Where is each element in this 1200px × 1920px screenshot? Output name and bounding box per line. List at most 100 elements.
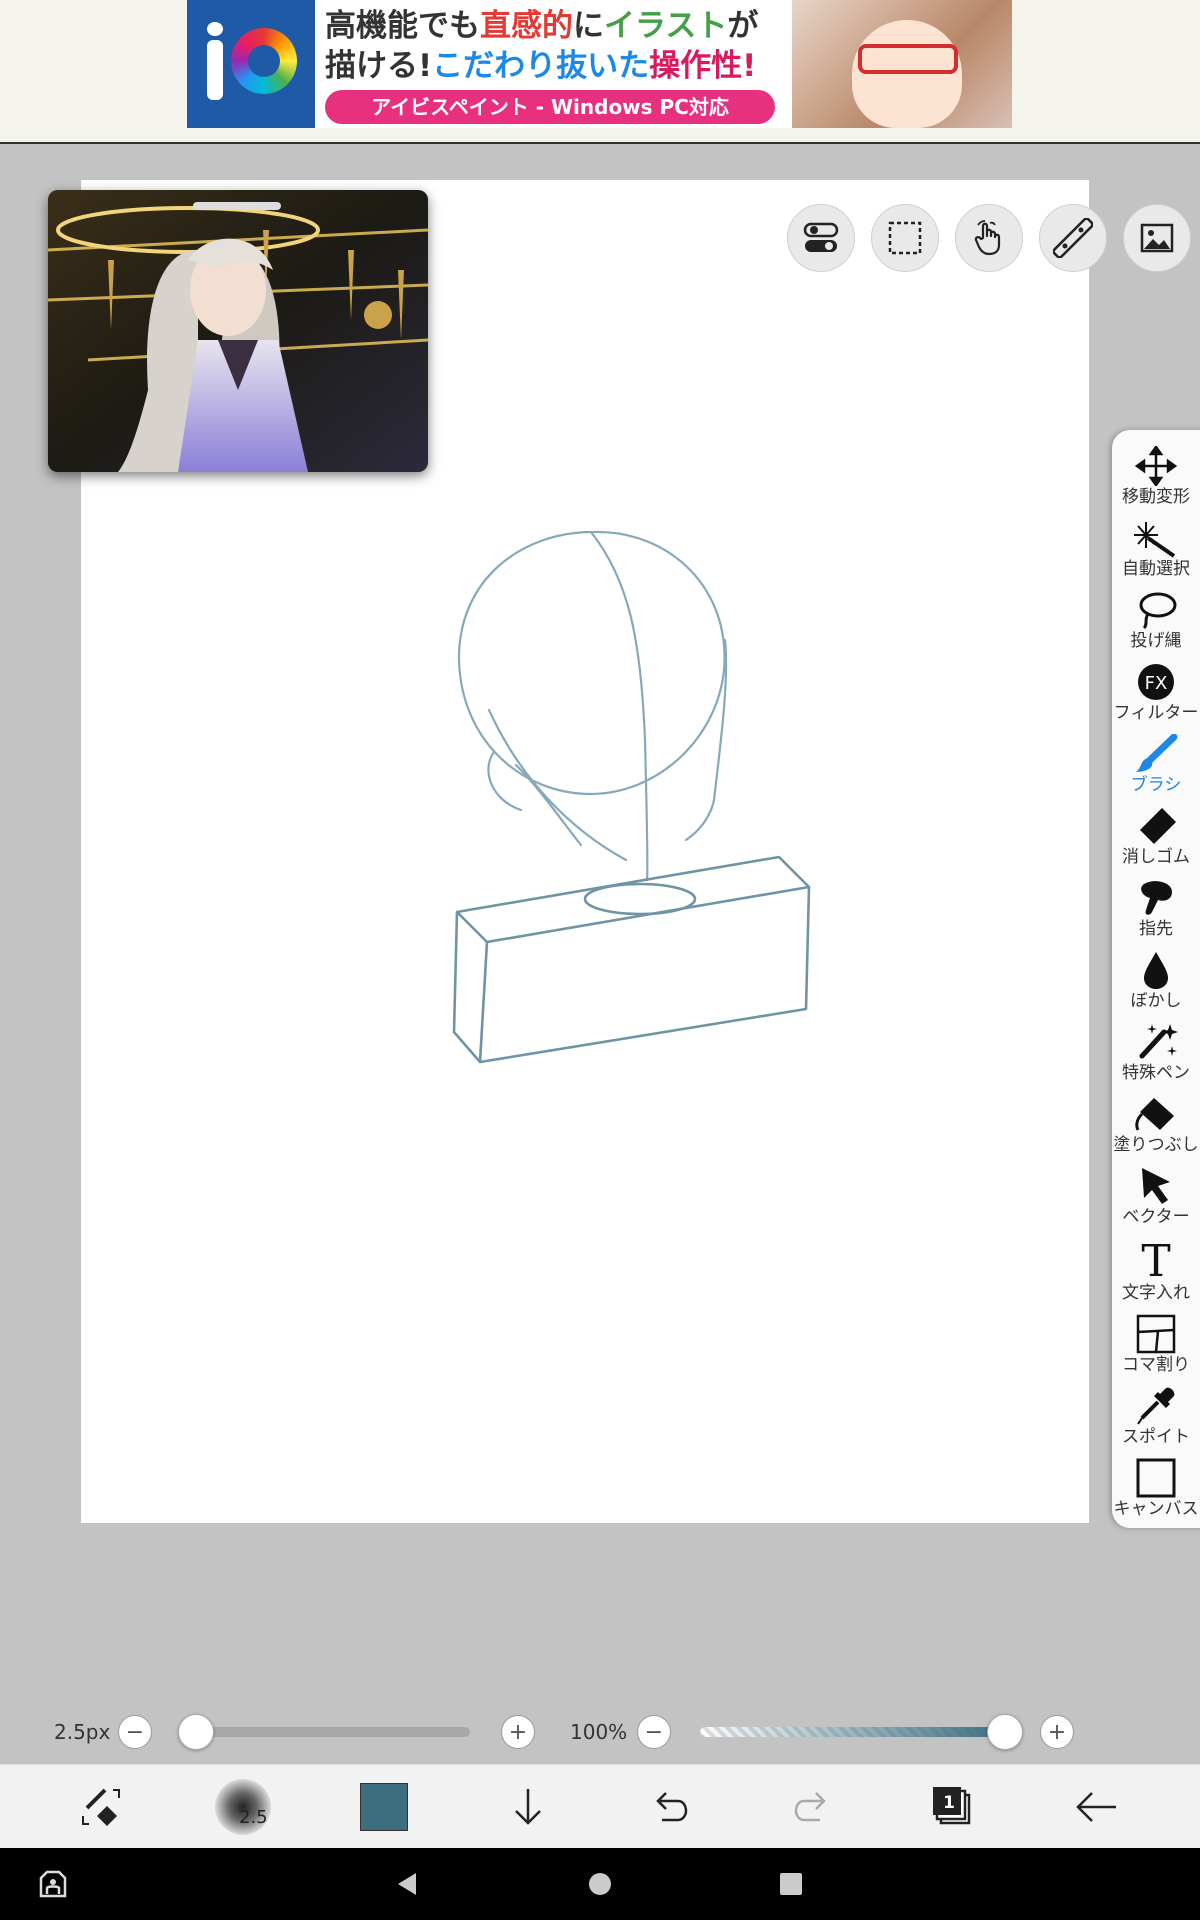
brush-preview-icon: 2.5 [215,1779,271,1835]
tool-label: ぼかし [1130,991,1182,1011]
smudge-finger-icon [1141,881,1172,915]
brush-size-slider-knob[interactable] [178,1714,214,1750]
tool-special-pen[interactable]: 特殊ペン [1112,1020,1200,1092]
swap-brush-eraser-button[interactable] [40,1765,160,1849]
eyedropper-icon [1137,1387,1175,1425]
tool-brush[interactable]: ブラシ [1112,732,1200,804]
tool-magic-wand[interactable]: 自動選択 [1112,516,1200,588]
color-picker-button[interactable] [324,1765,444,1849]
right-tool-palette: 移動変形 自動選択 投げ縄 FX フィルター ブラシ 消しゴム 指先 ぼかし 特… [1112,430,1200,1528]
ruler-button[interactable] [1039,204,1107,272]
import-down-button[interactable] [468,1765,588,1849]
ad-text: 高機能でも直感的にイラストが 描ける!こだわり抜いた操作性! アイビスペイント … [315,0,792,128]
arrow-down-icon [515,1789,541,1825]
ad-cta-pill: アイビスペイント - Windows PC対応 [325,90,775,124]
special-pen-icon [1139,1024,1178,1059]
tool-label: スポイト [1122,1427,1190,1447]
magic-wand-icon [1134,522,1176,558]
brush-size-minus-button[interactable]: − [118,1715,152,1749]
tool-label: コマ割り [1122,1355,1190,1375]
hand-pointer-icon [974,220,1001,256]
fill-bucket-icon [1135,1098,1174,1131]
accessibility-button[interactable] [8,1848,98,1920]
tool-eraser[interactable]: 消しゴム [1112,804,1200,876]
brush-size-label: 2.5px [54,1720,111,1744]
layers-button[interactable]: 1 [893,1765,1013,1849]
vector-arrow-icon [1142,1168,1170,1204]
tool-eyedropper[interactable]: スポイト [1112,1384,1200,1456]
tool-lasso[interactable]: 投げ縄 [1112,588,1200,660]
reference-window-drag-handle[interactable] [193,202,281,210]
opacity-slider-knob[interactable] [987,1714,1023,1750]
tool-label: ベクター [1122,1207,1190,1227]
selection-marquee-icon [888,221,922,255]
brush-icon [1136,734,1178,772]
tool-smudge[interactable]: 指先 [1112,876,1200,948]
tool-text[interactable]: T 文字入れ [1112,1236,1200,1308]
opacity-track[interactable] [700,1727,1005,1737]
ad-character-image [792,0,1012,128]
tool-filter[interactable]: FX フィルター [1112,660,1200,732]
undo-icon [656,1792,688,1822]
tool-label: 自動選択 [1122,559,1190,579]
layer-count: 1 [943,1793,955,1813]
reference-image-window[interactable] [48,190,428,472]
reference-image-button[interactable] [1123,204,1191,272]
svg-text:T: T [1141,1238,1170,1282]
brush-size-track[interactable] [196,1727,470,1737]
nav-recents-button[interactable] [746,1848,836,1920]
arrow-left-icon [1076,1792,1116,1822]
tool-label: 消しゴム [1122,847,1190,867]
tool-canvas[interactable]: キャンバス [1112,1456,1200,1528]
redo-button[interactable] [752,1765,872,1849]
current-color-swatch [360,1783,408,1831]
back-button[interactable] [1036,1765,1156,1849]
hand-tool-button[interactable] [955,204,1023,272]
toggle-switch-icon [803,222,839,252]
svg-text:FX: FX [1145,673,1168,694]
tool-frame-divider[interactable]: コマ割り [1112,1312,1200,1384]
brush-preview-size: 2.5 [239,1807,268,1828]
lasso-icon [1139,592,1177,630]
ad-banner[interactable]: 高機能でも直感的にイラストが 描ける!こだわり抜いた操作性! アイビスペイント … [187,0,1012,128]
tool-fill[interactable]: 塗りつぶし [1112,1092,1200,1164]
nav-home-button[interactable] [555,1848,645,1920]
undo-button[interactable] [610,1765,730,1849]
system-navigation-bar [0,1848,1200,1920]
tool-label: フィルター [1113,703,1199,723]
tool-label: 移動変形 [1122,487,1190,507]
opacity-plus-button[interactable]: + [1040,1715,1074,1749]
tool-label: 特殊ペン [1122,1063,1190,1083]
toggle-settings-button[interactable] [787,204,855,272]
ibis-paint-logo-icon [187,0,315,128]
ruler-icon [1053,218,1093,258]
tool-label: キャンバス [1113,1499,1199,1519]
brush-slider-row: 2.5px − + 100% − + [0,1700,1200,1764]
brush-preview-button[interactable]: 2.5 [183,1765,303,1849]
tool-blur[interactable]: ぼかし [1112,948,1200,1020]
ad-headline-1: 高機能でも直感的にイラストが [325,8,759,44]
frame-divider-icon [1136,1314,1176,1354]
tool-vector[interactable]: ベクター [1112,1164,1200,1236]
bottom-toolbar: 2.5 1 [0,1764,1200,1849]
circle-home-icon [589,1873,611,1895]
tool-move-transform[interactable]: 移動変形 [1112,444,1200,516]
tool-label: 塗りつぶし [1113,1135,1199,1155]
eraser-icon [1140,808,1176,844]
opacity-minus-button[interactable]: − [637,1715,671,1749]
nav-back-button[interactable] [362,1848,452,1920]
tool-label: ブラシ [1130,775,1182,795]
opacity-label: 100% [570,1720,628,1744]
ad-area: 高機能でも直感的にイラストが 描ける!こだわり抜いた操作性! アイビスペイント … [0,0,1200,144]
selection-button[interactable] [871,204,939,272]
tool-label: 指先 [1139,919,1173,939]
tool-label: 投げ縄 [1130,631,1182,651]
blur-drop-icon [1144,952,1168,989]
brush-size-plus-button[interactable]: + [501,1715,535,1749]
text-icon: T [1141,1238,1170,1282]
fx-filter-icon: FX [1138,664,1174,700]
triangle-back-icon [398,1873,416,1895]
tool-label: 文字入れ [1122,1283,1190,1303]
ad-headline-2: 描ける!こだわり抜いた操作性! [325,48,757,84]
brush-eraser-swap-icon [82,1788,120,1826]
